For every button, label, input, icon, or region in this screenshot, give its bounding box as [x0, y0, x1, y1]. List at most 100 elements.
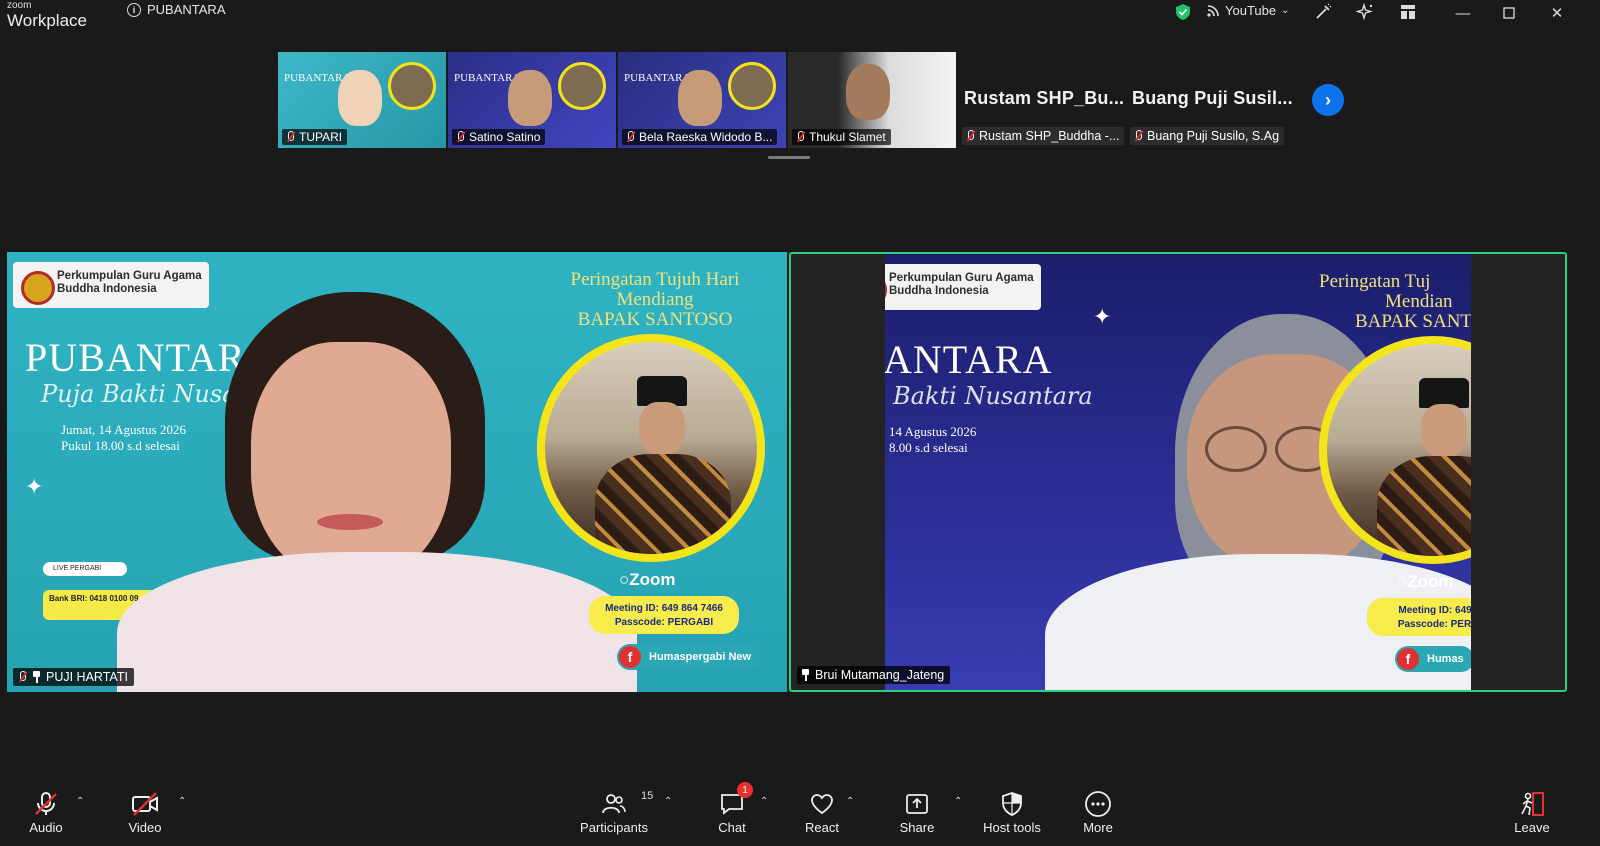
org-logo-badge: Perkumpulan Guru Agama Buddha Indonesia — [13, 262, 209, 308]
video-button[interactable]: Video — [105, 790, 185, 835]
banner-time-line: Pukul 18.00 s.d selesai — [61, 438, 180, 454]
audio-button[interactable]: Audio — [6, 790, 86, 835]
heart-icon — [809, 790, 835, 818]
mic-muted-icon — [455, 131, 465, 143]
share-button[interactable]: Share — [877, 790, 957, 835]
share-label: Share — [899, 820, 935, 835]
mic-muted-icon — [32, 790, 60, 818]
participant-name-tag: Rustam SHP_Buddha -... — [962, 127, 1125, 145]
participant-tile[interactable]: PUBANTARA TUPARI — [278, 52, 446, 148]
mic-muted-icon — [965, 130, 975, 142]
chat-options-caret[interactable]: ⌃ — [760, 796, 768, 807]
security-shield-icon[interactable] — [1174, 3, 1192, 26]
more-label: More — [1083, 820, 1113, 835]
meeting-controls-toolbar: Audio ⌃ Video ⌃ 15 Participants ⌃ 1 Chat… — [0, 778, 1600, 846]
annotate-icon[interactable] — [1313, 2, 1333, 22]
photo-shirt — [595, 454, 731, 554]
ai-companion-sparkle-icon[interactable] — [1355, 2, 1375, 22]
video-tile-main-left[interactable]: Perkumpulan Guru Agama Buddha Indonesia … — [7, 252, 787, 692]
participant-display-name: Rustam SHP_Bu... — [964, 88, 1125, 108]
video-off-icon — [130, 790, 160, 818]
participant-name-tag: Buang Puji Susilo, S.Ag — [1130, 127, 1285, 145]
video-participant-name: PUJI HARTATI — [46, 670, 128, 684]
participant-tile[interactable]: Buang Puji Susil... Buang Puji Susilo, S… — [1126, 52, 1293, 148]
sparkle-icon: ✦ — [1093, 304, 1112, 329]
live-destination-label: YouTube — [1225, 3, 1277, 18]
video-options-caret[interactable]: ⌃ — [178, 796, 186, 807]
maximize-button[interactable] — [1496, 2, 1522, 24]
host-tools-button[interactable]: Host tools — [972, 790, 1052, 835]
mic-muted-icon — [17, 671, 27, 683]
logo-zoom-text: zoom — [7, 0, 32, 11]
zoom-logo-icon: ○ — [619, 570, 630, 589]
more-dots-icon — [1084, 790, 1112, 818]
more-button[interactable]: More — [1058, 790, 1138, 835]
video-participant-name: Brui Mutamang_Jateng — [815, 668, 945, 682]
participant-name: Buang Puji Susilo, S.Ag — [1147, 129, 1280, 143]
participant-tile[interactable]: PUBANTARA Satino Satino — [448, 52, 616, 148]
minimize-button[interactable]: — — [1450, 2, 1476, 24]
react-options-caret[interactable]: ⌃ — [846, 796, 854, 807]
speaker-virtual-background: Perkumpulan Guru Agama Buddha Indonesia … — [885, 254, 1471, 690]
speaker-body — [117, 552, 637, 692]
banner-meeting-id: Meeting ID: 649 864 7466 — [605, 603, 723, 614]
tile-banner-photo — [558, 62, 606, 110]
audio-options-caret[interactable]: ⌃ — [76, 796, 84, 807]
host-shield-icon — [1000, 790, 1024, 818]
banner-time-line: 8.00 s.d selesai — [889, 440, 968, 456]
banner-date-line: 14 Agustus 2026 — [889, 424, 977, 439]
participant-display-name: Buang Puji Susil... — [1132, 88, 1293, 108]
banner-mendiang: Mendian — [1385, 290, 1453, 312]
banner-mendiang: Mendiang — [616, 288, 694, 310]
banner-zoom-text: Zoom — [629, 570, 676, 589]
participant-name-tag: Bela Raeska Widodo B... — [622, 129, 778, 145]
participant-tile[interactable]: PUBANTARA Bela Raeska Widodo B... — [618, 52, 786, 148]
banner-date: Jumat, 14 Agustus 2026 Pukul 18.00 s.d s… — [61, 422, 186, 455]
video-tile-active-speaker[interactable]: Perkumpulan Guru Agama Buddha Indonesia … — [789, 252, 1567, 692]
share-options-caret[interactable]: ⌃ — [954, 796, 962, 807]
close-window-button[interactable]: ✕ — [1544, 2, 1570, 24]
banner-bapak: BAPAK SANTOSO — [577, 308, 733, 330]
leave-button[interactable]: Leave — [1492, 790, 1572, 835]
banner-date: 14 Agustus 2026 8.00 s.d selesai — [889, 424, 976, 457]
host-tools-label: Host tools — [983, 820, 1041, 835]
banner-facebook-tag: f Humaspergabi New — [617, 644, 762, 670]
chat-label: Chat — [718, 820, 746, 835]
filmstrip-resize-handle[interactable] — [768, 156, 810, 159]
meeting-info-button[interactable]: i PUBANTARA — [127, 2, 226, 17]
logo-workplace-text: Workplace — [7, 11, 87, 30]
participants-count: 15 — [641, 790, 654, 802]
banner-zoom-text: Zoom — [1407, 572, 1454, 591]
participants-label: Participants — [580, 820, 648, 835]
participant-name-tag: Thukul Slamet — [792, 129, 891, 145]
banner-memorial-title: Peringatan Tuj Mendian BAPAK SANT — [1319, 272, 1471, 332]
participants-options-caret[interactable]: ⌃ — [664, 796, 672, 807]
banner-bapak: BAPAK SANT — [1355, 310, 1471, 332]
participant-tile[interactable]: Thukul Slamet — [788, 52, 956, 148]
video-name-tag: PUJI HARTATI — [13, 668, 134, 686]
participant-name: Rustam SHP_Buddha -... — [979, 129, 1120, 143]
banner-meeting-box: Meeting ID: 649 86 Passcode: PERGA — [1367, 598, 1471, 636]
sparkle-icon: ✦ — [25, 474, 44, 499]
view-layout-icon[interactable] — [1398, 2, 1418, 22]
react-label: React — [805, 820, 839, 835]
title-bar: zoom Workplace i PUBANTARA YouTube ⌄ — ✕ — [0, 0, 1600, 36]
video-label: Video — [128, 820, 162, 835]
banner-date-line: Jumat, 14 Agustus 2026 — [61, 422, 186, 437]
participant-video-face — [846, 64, 890, 120]
banner-meeting-box: Meeting ID: 649 864 7466 Passcode: PERGA… — [589, 596, 739, 634]
zoom-logo-icon: ○ — [1397, 572, 1408, 591]
mic-muted-icon — [795, 131, 805, 143]
photo-shirt — [1377, 456, 1471, 556]
participant-name-tag: TUPARI — [282, 129, 348, 145]
live-stream-indicator[interactable]: YouTube ⌄ — [1206, 3, 1289, 18]
zoom-workplace-logo: zoom Workplace — [7, 0, 87, 30]
banner-zoom-label: ○Zoom — [619, 570, 676, 590]
banner-title: PUBANTAR — [25, 335, 246, 380]
participant-tile[interactable]: Rustam SHP_Bu... Rustam SHP_Buddha -... — [958, 52, 1125, 148]
participants-button[interactable]: 15 Participants — [574, 790, 654, 835]
participant-name: Satino Satino — [469, 130, 541, 144]
filmstrip-next-button[interactable]: › — [1312, 84, 1344, 116]
meeting-name: PUBANTARA — [147, 2, 226, 17]
memorial-photo — [537, 334, 765, 562]
